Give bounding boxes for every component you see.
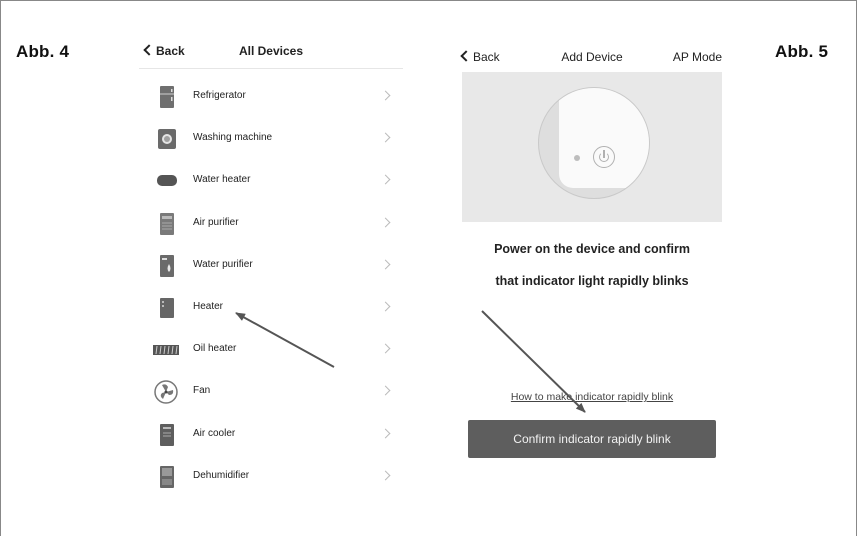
help-link[interactable]: How to make indicator rapidly blink <box>458 391 726 403</box>
refrigerator-icon <box>160 86 174 108</box>
figure-label-right: Abb. 5 <box>775 42 829 61</box>
ap-mode-button[interactable]: AP Mode <box>673 50 722 64</box>
nav-bar: Back All Devices <box>139 38 403 69</box>
list-item[interactable]: Heater <box>139 288 403 330</box>
item-label: Washing machine <box>193 132 273 144</box>
device-shape <box>559 88 649 188</box>
chevron-right-icon <box>380 470 391 481</box>
chevron-right-icon <box>380 259 391 270</box>
washing-machine-icon <box>158 129 176 150</box>
chevron-right-icon <box>380 428 391 438</box>
page-title: All Devices <box>238 44 304 58</box>
dehumidifier-icon <box>160 465 174 488</box>
nav-bar: Back Add Device AP Mode <box>458 38 726 68</box>
list-item[interactable]: Water purifier <box>139 246 403 288</box>
chevron-right-icon <box>380 385 391 396</box>
item-label: Dehumidifier <box>193 469 250 481</box>
chevron-right-icon <box>380 217 391 228</box>
instruction-text: that indicator light rapidly blinks <box>495 274 689 288</box>
list-item[interactable]: Washing machine <box>139 119 403 161</box>
item-label: Refrigerator <box>193 90 246 101</box>
instruction-text: Power on the device and confirm <box>494 242 690 256</box>
item-label: Water heater <box>193 174 251 186</box>
device-illustration <box>462 72 722 222</box>
confirm-button[interactable]: Confirm indicator rapidly blink <box>468 420 716 458</box>
chevron-right-icon <box>380 174 391 185</box>
water-heater-icon <box>157 175 177 187</box>
air-cooler-icon <box>160 423 174 446</box>
water-purifier-icon <box>160 254 174 277</box>
chevron-right-icon <box>380 343 391 354</box>
device-list: Refrigerator Washing machine Water heate… <box>139 77 403 499</box>
divider <box>139 68 403 69</box>
list-item[interactable]: Oil heater <box>139 330 403 372</box>
list-item[interactable]: Water heater <box>139 161 403 203</box>
chevron-right-icon <box>380 132 391 143</box>
item-label: Water purifier <box>193 258 253 270</box>
oil-heater-icon <box>153 345 179 356</box>
chevron-right-icon <box>380 301 391 312</box>
indicator-light <box>574 155 580 161</box>
illustration-circle <box>538 87 650 199</box>
figure-label-left: Abb. 4 <box>16 42 70 61</box>
figure-frame <box>0 0 857 536</box>
list-item[interactable]: Dehumidifier <box>139 457 403 499</box>
list-item[interactable]: Refrigerator <box>139 77 403 119</box>
list-item[interactable]: Air purifier <box>139 204 403 246</box>
item-label: Oil heater <box>193 343 237 355</box>
item-label: Air purifier <box>193 216 239 228</box>
add-device-screen: Back Add Device AP Mode Power on the dev… <box>458 38 726 468</box>
power-icon <box>593 146 615 168</box>
item-label: Fan <box>193 385 211 397</box>
list-item[interactable]: Fan <box>139 372 403 414</box>
item-label: Air cooler <box>193 427 236 439</box>
item-label: Heater <box>193 300 224 312</box>
all-devices-screen: Back All Devices Refrigerator Washing ma… <box>139 38 403 506</box>
chevron-right-icon <box>380 90 391 101</box>
air-purifier-icon <box>160 212 174 235</box>
heater-icon <box>160 297 174 318</box>
list-item[interactable]: Air cooler <box>139 415 403 457</box>
fan-icon <box>154 380 178 405</box>
